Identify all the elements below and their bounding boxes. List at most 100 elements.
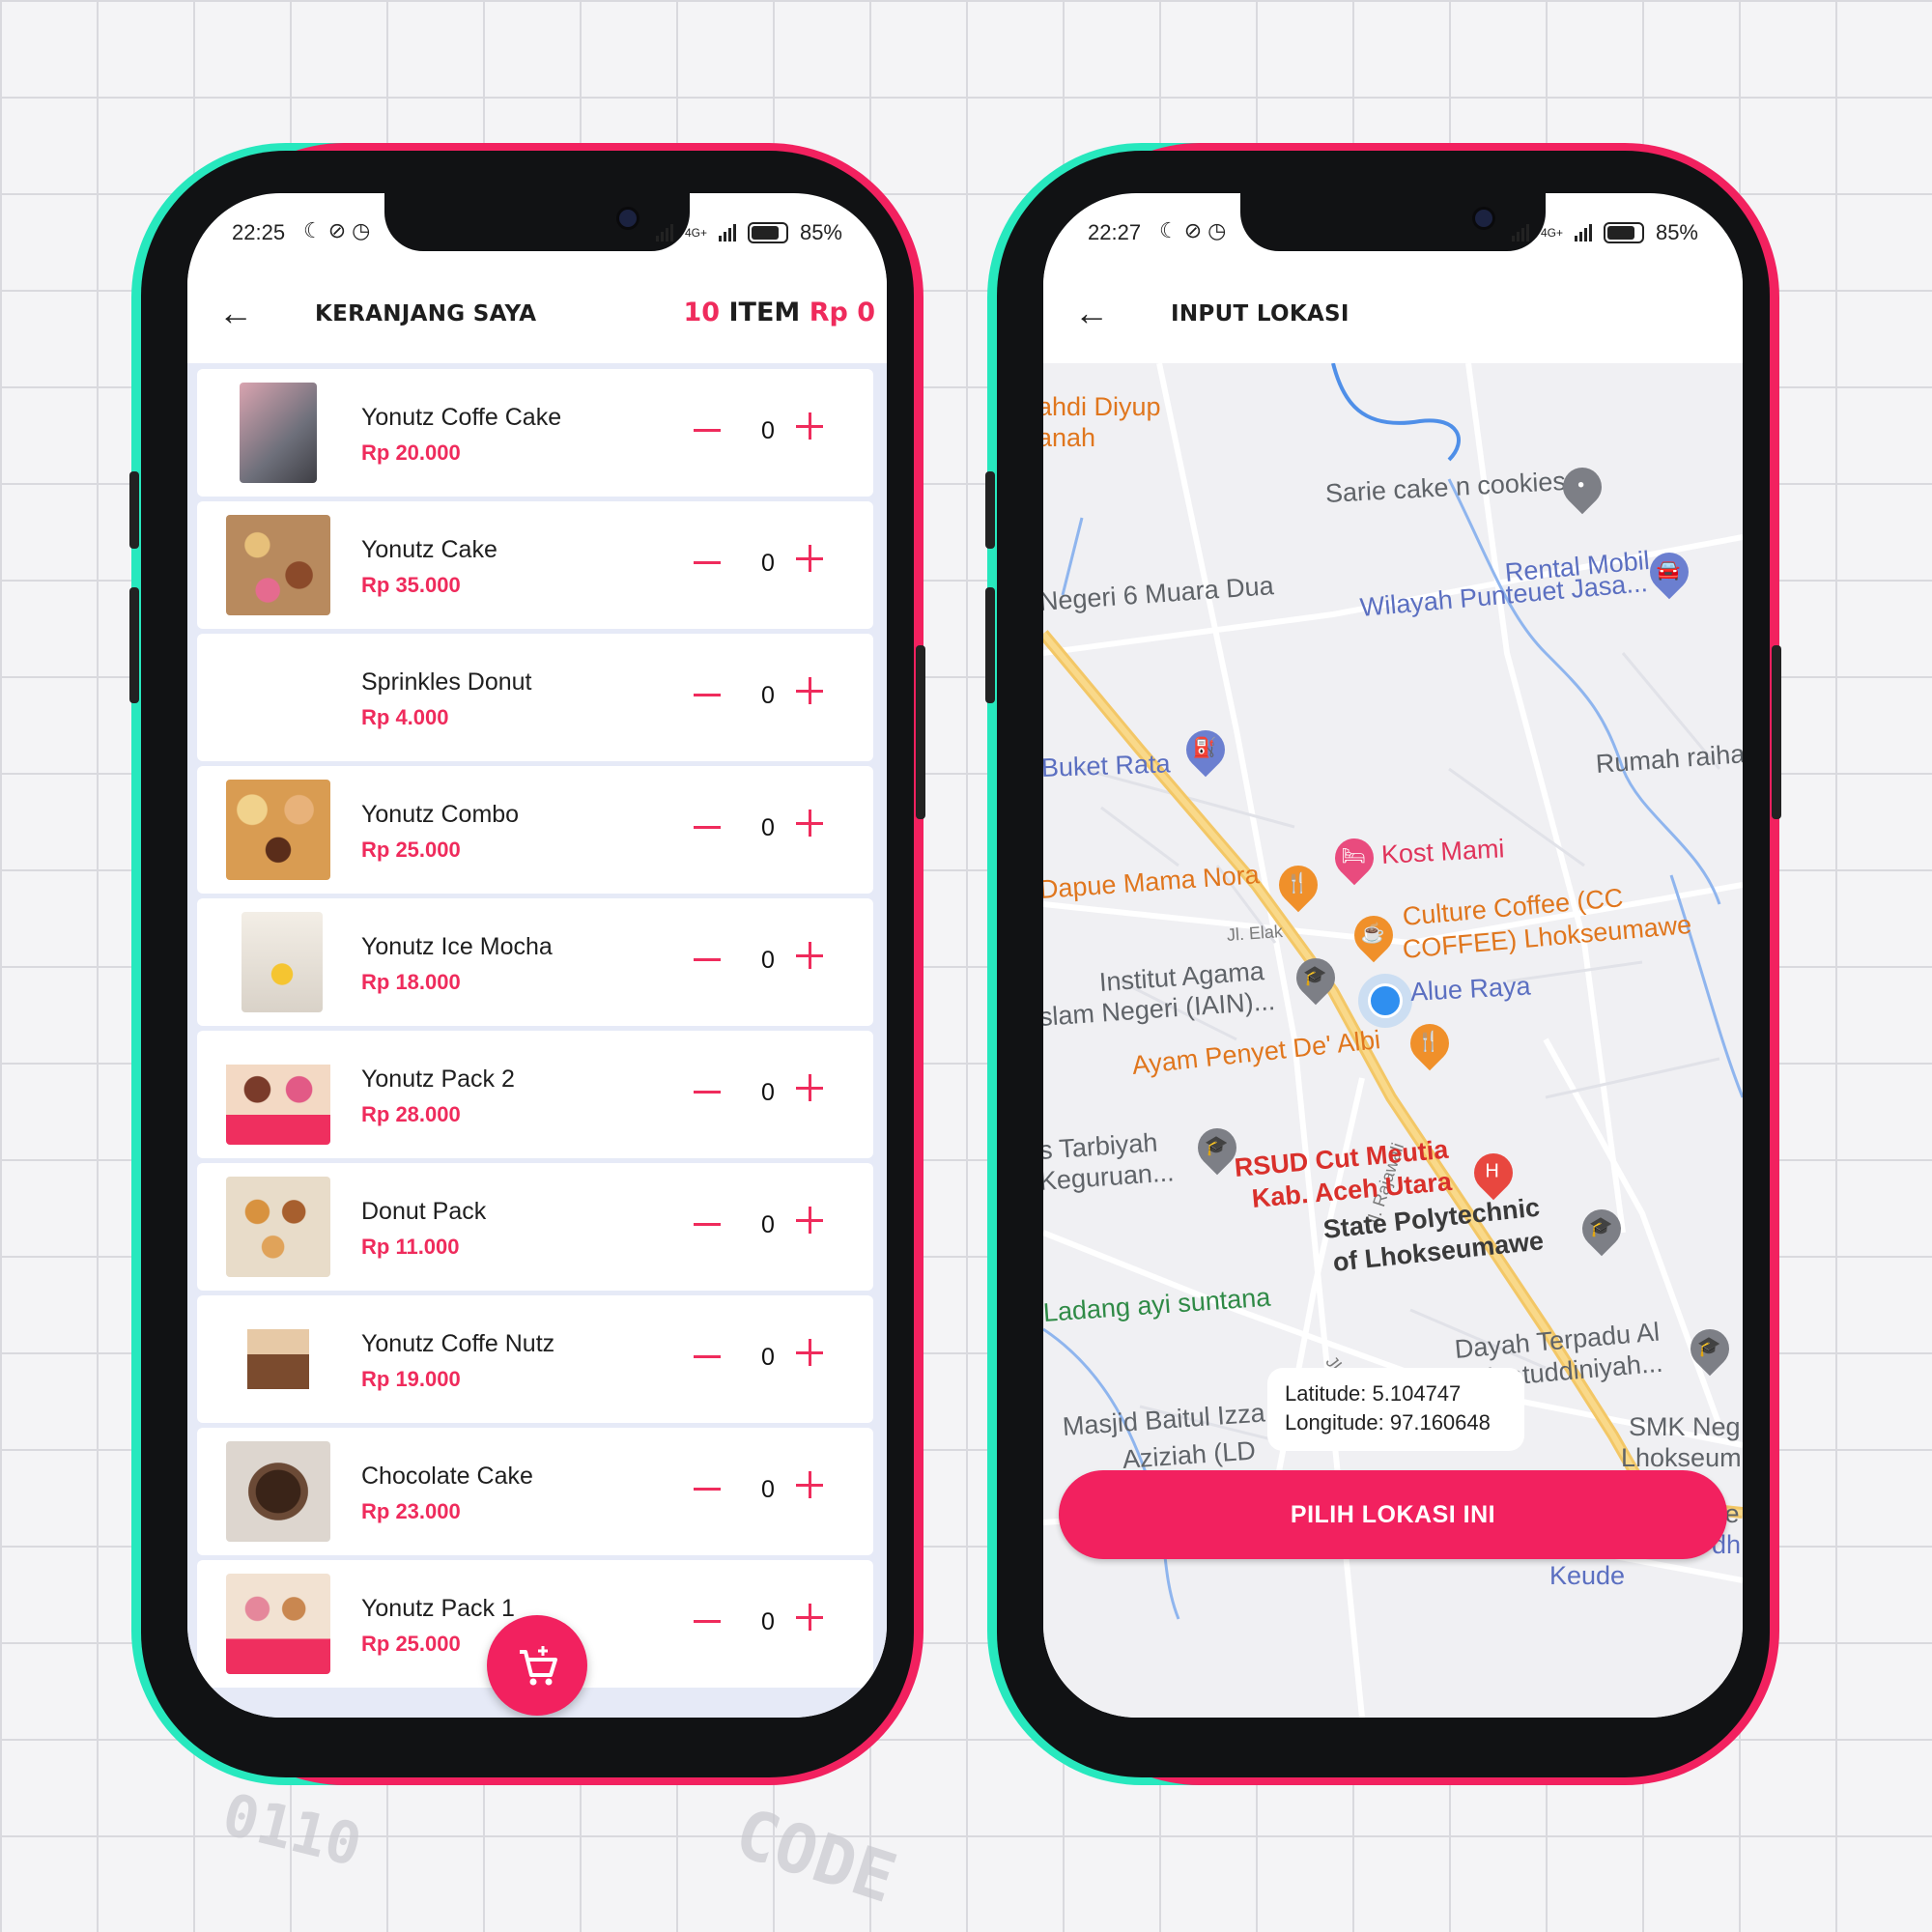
network-type: 4G+: [1540, 226, 1563, 240]
product-name: Yonutz Coffe Nutz: [361, 1330, 555, 1357]
increase-quantity-button[interactable]: [796, 809, 827, 839]
status-icons: ☾⊘◷: [1159, 218, 1233, 242]
current-location-dot: [1368, 983, 1403, 1018]
product-image: [226, 1574, 330, 1674]
cart-item: Yonutz Coffe Cake Rp 20.000 0: [197, 369, 873, 497]
cart-item: Yonutz Pack 2 Rp 28.000 0: [197, 1031, 873, 1158]
quantity-value: 0: [761, 947, 775, 974]
product-name: Yonutz Cake: [361, 536, 497, 563]
decrease-quantity-button[interactable]: [694, 1474, 723, 1503]
back-arrow-icon[interactable]: ←: [1074, 296, 1109, 330]
product-price: Rp 20.000: [361, 440, 461, 465]
increase-quantity-button[interactable]: [796, 544, 827, 575]
power-button: [1772, 645, 1781, 819]
product-image: [226, 1177, 330, 1277]
signal-icon: [718, 224, 736, 242]
app-bar: ← INPUT LOKASI: [1043, 270, 1743, 363]
increase-quantity-button[interactable]: [796, 1206, 827, 1236]
product-price: Rp 28.000: [361, 1102, 461, 1126]
left-phone: 22:25 ☾⊘◷ 4G+ 85% ← KERANJANG SAYA 10 IT…: [129, 143, 925, 1785]
road-label: Jl. Elak: [1226, 921, 1284, 945]
increase-quantity-button[interactable]: [796, 941, 827, 972]
cart-item: Chocolate Cake Rp 23.000 0: [197, 1428, 873, 1555]
product-name: Yonutz Coffe Cake: [361, 404, 562, 431]
back-arrow-icon[interactable]: ←: [218, 296, 253, 330]
product-price: Rp 23.000: [361, 1499, 461, 1523]
product-image: [242, 912, 323, 1012]
volume-button: [985, 587, 995, 703]
increase-quantity-button[interactable]: [796, 676, 827, 707]
product-name: Chocolate Cake: [361, 1463, 533, 1490]
decrease-quantity-button[interactable]: [694, 680, 723, 709]
decrease-quantity-button[interactable]: [694, 1606, 723, 1635]
status-bar: 22:27 ☾⊘◷ 4G+ 85%: [1088, 218, 1698, 259]
decrease-quantity-button[interactable]: [694, 415, 723, 444]
increase-quantity-button[interactable]: [796, 1338, 827, 1369]
latitude-text: Latitude: 5.104747: [1285, 1381, 1462, 1406]
page-title: INPUT LOKASI: [1171, 301, 1350, 327]
decrease-quantity-button[interactable]: [694, 1342, 723, 1371]
pick-location-button[interactable]: PILIH LOKASI INI: [1059, 1470, 1727, 1559]
product-image: [247, 1309, 309, 1409]
cart-item: Yonutz Coffe Nutz Rp 19.000 0: [197, 1295, 873, 1423]
signal-icon: [655, 224, 673, 242]
status-icons: ☾⊘◷: [303, 218, 377, 242]
battery-icon: [747, 222, 788, 243]
product-price: Rp 18.000: [361, 970, 461, 994]
volume-button: [985, 471, 995, 549]
background-doodle-binary: 0110: [215, 1780, 368, 1881]
map-label: Buket Rata: [1043, 749, 1172, 782]
product-price: Rp 19.000: [361, 1367, 461, 1391]
cart-summary: 10 ITEM Rp 0: [684, 298, 875, 327]
map-label: Lhokseum: [1621, 1443, 1742, 1472]
increase-quantity-button[interactable]: [796, 1603, 827, 1634]
quantity-value: 0: [761, 1476, 775, 1503]
product-price: Rp 4.000: [361, 705, 449, 729]
decrease-quantity-button[interactable]: [694, 812, 723, 841]
decrease-quantity-button[interactable]: [694, 1077, 723, 1106]
cart-item: Donut Pack Rp 11.000 0: [197, 1163, 873, 1291]
product-image: [226, 1044, 330, 1145]
quantity-value: 0: [761, 1211, 775, 1238]
volume-button: [129, 587, 139, 703]
power-button: [916, 645, 925, 819]
decrease-quantity-button[interactable]: [694, 1209, 723, 1238]
product-price: Rp 25.000: [361, 838, 461, 862]
longitude-text: Longitude: 97.160648: [1285, 1410, 1491, 1435]
signal-icon: [1574, 224, 1592, 242]
coordinate-readout: Latitude: 5.104747 Longitude: 97.160648: [1267, 1368, 1524, 1451]
battery-icon: [1603, 222, 1644, 243]
cart-screen: 22:25 ☾⊘◷ 4G+ 85% ← KERANJANG SAYA 10 IT…: [187, 193, 887, 1718]
decrease-quantity-button[interactable]: [694, 548, 723, 577]
increase-quantity-button[interactable]: [796, 412, 827, 442]
quantity-value: 0: [761, 550, 775, 577]
product-price: Rp 25.000: [361, 1632, 461, 1656]
increase-quantity-button[interactable]: [796, 1073, 827, 1104]
quantity-value: 0: [761, 1344, 775, 1371]
product-price: Rp 11.000: [361, 1235, 460, 1259]
cart-item: Yonutz Ice Mocha Rp 18.000 0: [197, 898, 873, 1026]
map-label: SMK Neg: [1629, 1412, 1741, 1441]
cart-item: Yonutz Combo Rp 25.000 0: [197, 766, 873, 894]
battery-level: 85%: [799, 220, 842, 244]
map-label: ahdi Diyup: [1043, 392, 1161, 421]
product-image: [240, 383, 317, 483]
map-label: anah: [1043, 423, 1096, 452]
cart-list: Yonutz Coffe Cake Rp 20.000 0 Yonutz Cak…: [187, 363, 887, 1718]
app-bar: ← KERANJANG SAYA 10 ITEM Rp 0: [187, 270, 887, 363]
map-label: Keude: [1549, 1561, 1626, 1590]
product-image: [226, 780, 330, 880]
product-name: Yonutz Combo: [361, 801, 520, 828]
background-doodle-code: CODE: [725, 1792, 906, 1919]
quantity-value: 0: [761, 682, 775, 709]
page-title: KERANJANG SAYA: [315, 301, 537, 327]
quantity-value: 0: [761, 1079, 775, 1106]
cart-item: Sprinkles Donut Rp 4.000 0: [197, 634, 873, 761]
checkout-cart-button[interactable]: [487, 1615, 587, 1716]
increase-quantity-button[interactable]: [796, 1470, 827, 1501]
cart-item: Yonutz Cake Rp 35.000 0: [197, 501, 873, 629]
product-price: Rp 35.000: [361, 573, 461, 597]
decrease-quantity-button[interactable]: [694, 945, 723, 974]
product-name: Yonutz Ice Mocha: [361, 933, 553, 960]
product-image: [226, 647, 330, 748]
